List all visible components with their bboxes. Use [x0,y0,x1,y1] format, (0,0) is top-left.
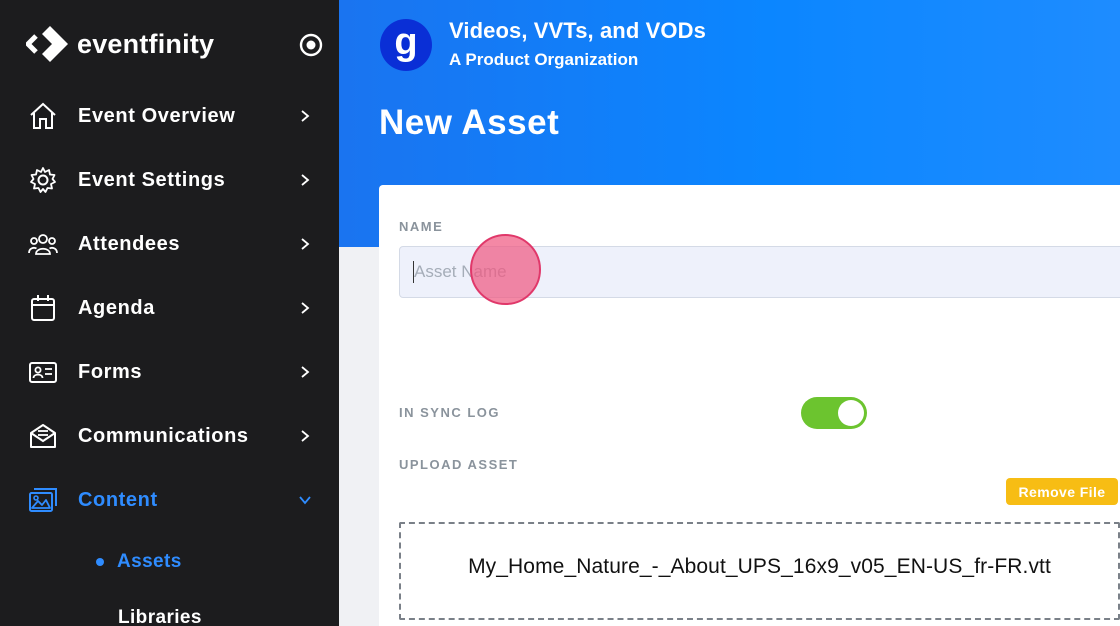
sidebar-item-forms[interactable]: Forms [0,340,339,404]
sidebar-item-event-settings[interactable]: Event Settings [0,148,339,212]
sidebar-item-label: Content [78,488,158,511]
sidebar-item-label: Event Settings [78,168,226,191]
brand-name: eventfinity [77,28,215,59]
uploaded-file-name: My_Home_Nature_-_About_UPS_16x9_v05_EN-U… [468,555,1051,578]
org-name: Videos, VVTs, and VODs [449,18,706,43]
sidebar-item-label: Agenda [78,296,155,319]
org-avatar[interactable]: g [380,19,432,71]
click-indicator [470,234,541,305]
active-dot-icon [96,558,104,566]
target-settings-icon[interactable] [299,33,323,57]
chevron-right-icon [301,174,310,186]
users-icon [28,234,58,255]
chevron-right-icon [301,302,310,314]
sidebar-subitem-label: Libraries [118,607,202,626]
sidebar: eventfinity Event Overview Event Setting… [0,0,339,626]
sidebar-item-label: Forms [78,360,143,383]
home-icon [30,102,56,129]
text-caret [413,261,414,283]
sidebar-item-agenda[interactable]: Agenda [0,276,339,340]
chevron-right-icon [301,110,310,122]
sidebar-item-label: Attendees [78,232,181,255]
images-icon [29,488,57,512]
org-subtitle: A Product Organization [449,50,639,69]
sidebar-subitem-label: Assets [117,551,182,572]
sync-log-label: IN SYNC LOG [399,405,501,420]
chevron-right-icon [301,238,310,250]
sidebar-item-label: Event Overview [78,104,236,127]
remove-file-button[interactable]: Remove File [1006,478,1118,505]
upload-dropzone[interactable]: My_Home_Nature_-_About_UPS_16x9_v05_EN-U… [399,522,1120,620]
upload-asset-label: UPLOAD ASSET [399,457,519,472]
sidebar-item-communications[interactable]: Communications [0,404,339,468]
toggle-knob [838,400,864,426]
brand[interactable]: eventfinity [26,22,214,66]
mail-icon [30,424,56,448]
chevron-right-icon [301,366,310,378]
sidebar-item-content[interactable]: Content [0,468,339,532]
gear-icon [30,167,56,193]
sidebar-subitem-assets[interactable]: Assets [96,547,182,577]
sidebar-subitem-libraries[interactable]: Libraries [118,603,202,626]
chevron-right-icon [301,430,310,442]
page-title: New Asset [379,103,560,142]
sync-log-toggle[interactable] [801,397,867,429]
id-card-icon [29,362,57,383]
name-label: NAME [399,219,444,234]
eventfinity-logo-icon [26,26,68,62]
chevron-down-icon [299,496,311,505]
calendar-icon [31,295,55,321]
sidebar-item-event-overview[interactable]: Event Overview [0,84,339,148]
sidebar-item-label: Communications [78,424,249,447]
sidebar-item-attendees[interactable]: Attendees [0,212,339,276]
